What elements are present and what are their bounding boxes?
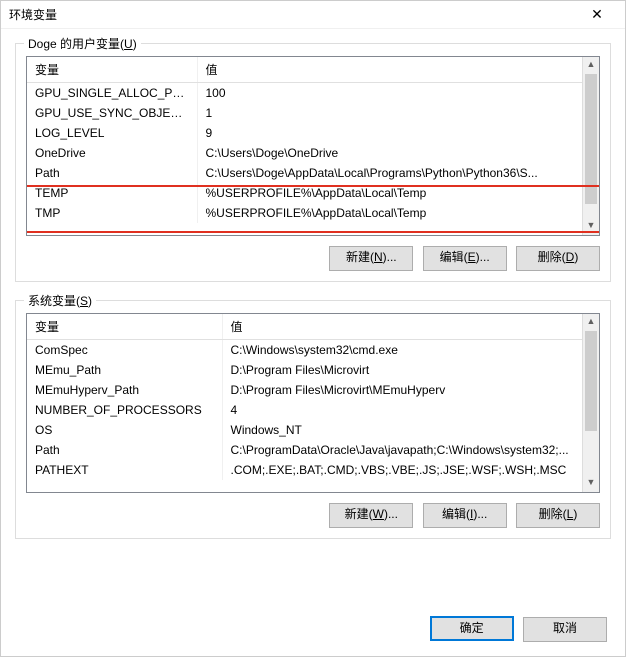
env-vars-dialog: 环境变量 ✕ Doge 的用户变量(U) 变量 值 GPU_S — [0, 0, 626, 657]
scroll-thumb[interactable] — [585, 331, 597, 431]
var-value: %USERPROFILE%\AppData\Local\Temp — [197, 203, 599, 223]
var-value: %USERPROFILE%\AppData\Local\Temp — [197, 183, 599, 203]
var-name: TEMP — [27, 183, 197, 203]
delete-user-var-button[interactable]: 删除(D) — [516, 246, 600, 271]
var-name: MEmuHyperv_Path — [27, 380, 222, 400]
var-name: GPU_USE_SYNC_OBJECTS — [27, 103, 197, 123]
col-variable[interactable]: 变量 — [27, 314, 222, 340]
table-row[interactable]: ComSpecC:\Windows\system32\cmd.exe — [27, 340, 599, 361]
user-vars-table[interactable]: 变量 值 GPU_SINGLE_ALLOC_PERC...100 GPU_USE… — [27, 57, 599, 223]
user-vars-scrollbar[interactable]: ▲ ▼ — [582, 57, 599, 235]
table-row[interactable]: PATHEXT.COM;.EXE;.BAT;.CMD;.VBS;.VBE;.JS… — [27, 460, 599, 480]
var-name: NUMBER_OF_PROCESSORS — [27, 400, 222, 420]
var-value: 9 — [197, 123, 599, 143]
var-value: C:\ProgramData\Oracle\Java\javapath;C:\W… — [222, 440, 599, 460]
var-name: Path — [27, 163, 197, 183]
var-value: C:\Windows\system32\cmd.exe — [222, 340, 599, 361]
dialog-content: Doge 的用户变量(U) 变量 值 GPU_SINGLE_ALLOC_PERC… — [1, 29, 625, 567]
var-name: LOG_LEVEL — [27, 123, 197, 143]
table-row[interactable]: TMP%USERPROFILE%\AppData\Local\Temp — [27, 203, 599, 223]
table-row[interactable]: MEmuHyperv_PathD:\Program Files\Microvir… — [27, 380, 599, 400]
new-system-var-button[interactable]: 新建(W)... — [329, 503, 413, 528]
table-row[interactable]: MEmu_PathD:\Program Files\Microvirt — [27, 360, 599, 380]
scroll-thumb[interactable] — [585, 74, 597, 204]
var-value: C:\Users\Doge\AppData\Local\Programs\Pyt… — [197, 163, 599, 183]
table-row[interactable]: OSWindows_NT — [27, 420, 599, 440]
scroll-down-icon[interactable]: ▼ — [583, 475, 599, 492]
user-vars-table-wrap: 变量 值 GPU_SINGLE_ALLOC_PERC...100 GPU_USE… — [26, 56, 600, 236]
var-name: ComSpec — [27, 340, 222, 361]
system-vars-table-wrap: 变量 值 ComSpecC:\Windows\system32\cmd.exe … — [26, 313, 600, 493]
table-row[interactable]: LOG_LEVEL9 — [27, 123, 599, 143]
system-vars-table[interactable]: 变量 值 ComSpecC:\Windows\system32\cmd.exe … — [27, 314, 599, 480]
col-value[interactable]: 值 — [222, 314, 599, 340]
table-row[interactable]: PathC:\Users\Doge\AppData\Local\Programs… — [27, 163, 599, 183]
system-vars-label: 系统变量(S) — [24, 292, 96, 309]
close-icon[interactable]: ✕ — [577, 1, 617, 29]
edit-user-var-button[interactable]: 编辑(E)... — [423, 246, 507, 271]
new-user-var-button[interactable]: 新建(N)... — [329, 246, 413, 271]
ok-button[interactable]: 确定 — [430, 616, 514, 641]
var-name: TMP — [27, 203, 197, 223]
var-name: OneDrive — [27, 143, 197, 163]
delete-system-var-button[interactable]: 删除(L) — [516, 503, 600, 528]
var-value: 4 — [222, 400, 599, 420]
col-variable[interactable]: 变量 — [27, 57, 197, 83]
var-value: Windows_NT — [222, 420, 599, 440]
scroll-up-icon[interactable]: ▲ — [583, 57, 599, 74]
user-vars-group: Doge 的用户变量(U) 变量 值 GPU_SINGLE_ALLOC_PERC… — [15, 43, 611, 282]
system-vars-group: 系统变量(S) 变量 值 ComSpecC:\Windows\system32\… — [15, 300, 611, 539]
cancel-button[interactable]: 取消 — [523, 617, 607, 642]
table-header-row: 变量 值 — [27, 314, 599, 340]
table-row[interactable]: GPU_SINGLE_ALLOC_PERC...100 — [27, 83, 599, 104]
var-value: 100 — [197, 83, 599, 104]
var-value: C:\Users\Doge\OneDrive — [197, 143, 599, 163]
scroll-up-icon[interactable]: ▲ — [583, 314, 599, 331]
table-row[interactable]: NUMBER_OF_PROCESSORS4 — [27, 400, 599, 420]
var-value: D:\Program Files\Microvirt\MEmuHyperv — [222, 380, 599, 400]
system-vars-scrollbar[interactable]: ▲ ▼ — [582, 314, 599, 492]
window-title: 环境变量 — [9, 6, 577, 23]
table-row[interactable]: OneDriveC:\Users\Doge\OneDrive — [27, 143, 599, 163]
scroll-down-icon[interactable]: ▼ — [583, 218, 599, 235]
var-name: OS — [27, 420, 222, 440]
table-header-row: 变量 值 — [27, 57, 599, 83]
titlebar: 环境变量 ✕ — [1, 1, 625, 29]
var-value: 1 — [197, 103, 599, 123]
var-value: .COM;.EXE;.BAT;.CMD;.VBS;.VBE;.JS;.JSE;.… — [222, 460, 599, 480]
var-value: D:\Program Files\Microvirt — [222, 360, 599, 380]
var-name: GPU_SINGLE_ALLOC_PERC... — [27, 83, 197, 104]
col-value[interactable]: 值 — [197, 57, 599, 83]
system-vars-buttons: 新建(W)... 编辑(I)... 删除(L) — [26, 493, 600, 528]
user-vars-label: Doge 的用户变量(U) — [24, 35, 141, 52]
var-name: Path — [27, 440, 222, 460]
var-name: MEmu_Path — [27, 360, 222, 380]
table-row[interactable]: TEMP%USERPROFILE%\AppData\Local\Temp — [27, 183, 599, 203]
edit-system-var-button[interactable]: 编辑(I)... — [423, 503, 507, 528]
dialog-footer: 确定 取消 — [424, 616, 607, 642]
var-name: PATHEXT — [27, 460, 222, 480]
table-row[interactable]: PathC:\ProgramData\Oracle\Java\javapath;… — [27, 440, 599, 460]
user-vars-buttons: 新建(N)... 编辑(E)... 删除(D) — [26, 236, 600, 271]
table-row[interactable]: GPU_USE_SYNC_OBJECTS1 — [27, 103, 599, 123]
